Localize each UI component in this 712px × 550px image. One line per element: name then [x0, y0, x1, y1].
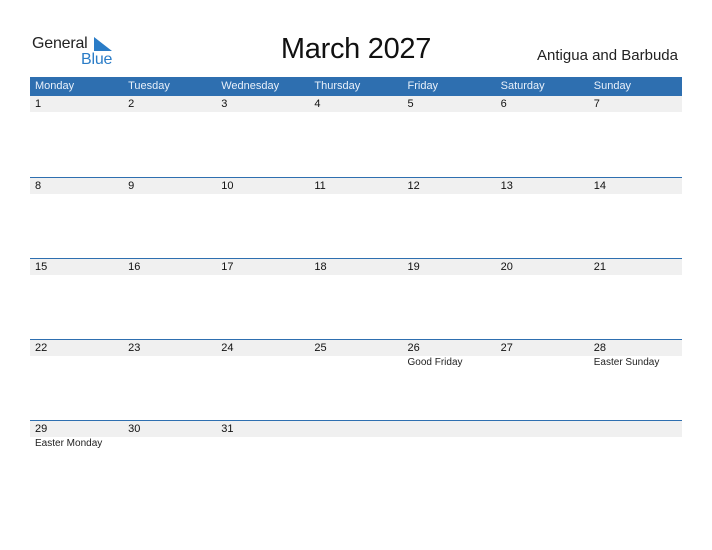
day-cell: 4 — [309, 96, 402, 112]
day-number: 1 — [35, 98, 42, 110]
day-cell: 8 — [30, 178, 123, 194]
day-number: 18 — [314, 261, 327, 273]
day-cell: 22 — [30, 340, 123, 369]
day-number: 8 — [35, 180, 42, 192]
day-number — [501, 421, 589, 437]
day-cell: 14 — [589, 178, 682, 194]
day-cell: 18 — [309, 259, 402, 275]
week-cells: 15 16 17 18 19 20 21 — [30, 259, 682, 275]
day-number — [594, 421, 682, 437]
day-cell: 13 — [496, 178, 589, 194]
day-number: 23 — [128, 342, 141, 354]
weekday-saturday: Saturday — [500, 80, 545, 92]
empty-day-cell — [589, 421, 682, 450]
weekday-header: Monday Tuesday Wednesday Thursday Friday… — [30, 77, 682, 96]
holiday-label: Easter Sunday — [593, 357, 660, 368]
day-number: 26 — [407, 342, 420, 354]
empty-day-cell — [496, 421, 589, 450]
day-number: 12 — [407, 180, 420, 192]
empty-day-cell — [403, 421, 496, 450]
day-cell: 16 — [123, 259, 216, 275]
week-cells: 22 23 24 25 26 Good Friday 27 28 Easter Sunday — [30, 340, 682, 369]
day-number: 17 — [221, 261, 234, 273]
day-cell: 20 — [496, 259, 589, 275]
day-cell: 30 — [123, 421, 216, 450]
week-cells: 8 9 10 11 12 13 14 — [30, 178, 682, 194]
day-cell: 19 — [403, 259, 496, 275]
day-cell: 2 — [123, 96, 216, 112]
weekday-sunday: Sunday — [593, 80, 632, 92]
day-cell: 3 — [216, 96, 309, 112]
day-cell: 1 — [30, 96, 123, 112]
day-number: 31 — [221, 423, 234, 435]
week-row: 15 16 17 18 19 20 21 — [30, 258, 682, 339]
day-cell: 24 — [216, 340, 309, 369]
day-number: 20 — [500, 261, 513, 273]
calendar-grid: Monday Tuesday Wednesday Thursday Friday… — [30, 77, 682, 501]
weeks-container: 1 2 3 4 5 6 7 8 9 10 11 12 13 14 15 16 17 18 19 20 21 22 23 24 2… — [30, 96, 682, 501]
day-cell: 15 — [30, 259, 123, 275]
week-row: 29 Easter Monday 30 31 — [30, 420, 682, 501]
day-number: 3 — [221, 98, 228, 110]
holiday-label: Easter Monday — [35, 438, 103, 449]
day-cell: 5 — [403, 96, 496, 112]
day-number — [408, 421, 496, 437]
week-cells: 1 2 3 4 5 6 7 — [30, 96, 682, 112]
holiday-label: Good Friday — [407, 357, 463, 368]
day-number: 5 — [407, 98, 414, 110]
day-cell: 26 Good Friday — [403, 340, 496, 369]
day-number: 25 — [314, 342, 327, 354]
day-number: 9 — [128, 180, 135, 192]
week-cells: 29 Easter Monday 30 31 — [30, 421, 682, 450]
week-row: 22 23 24 25 26 Good Friday 27 28 Easter Sunday — [30, 339, 682, 420]
weekday-wednesday: Wednesday — [221, 80, 280, 92]
empty-day-cell — [309, 421, 402, 450]
weekday-monday: Monday — [35, 80, 75, 92]
day-cell: 10 — [216, 178, 309, 194]
day-number: 14 — [593, 180, 606, 192]
day-number: 7 — [593, 98, 600, 110]
day-number: 24 — [221, 342, 234, 354]
day-number: 10 — [221, 180, 234, 192]
day-cell: 7 — [589, 96, 682, 112]
day-number: 21 — [593, 261, 606, 273]
day-cell: 9 — [123, 178, 216, 194]
day-cell: 31 — [216, 421, 309, 450]
day-number: 15 — [35, 261, 48, 273]
day-cell: 28 Easter Sunday — [589, 340, 682, 369]
day-number: 2 — [128, 98, 135, 110]
day-cell: 25 — [309, 340, 402, 369]
day-cell: 6 — [496, 96, 589, 112]
week-row: 1 2 3 4 5 6 7 — [30, 96, 682, 177]
day-number: 30 — [128, 423, 141, 435]
day-number: 29 — [35, 423, 48, 435]
weekday-tuesday: Tuesday — [128, 80, 170, 92]
day-cell: 23 — [123, 340, 216, 369]
day-number: 13 — [500, 180, 513, 192]
day-number: 19 — [407, 261, 420, 273]
weekday-thursday: Thursday — [314, 80, 361, 92]
day-cell: 17 — [216, 259, 309, 275]
day-number: 4 — [314, 98, 321, 110]
day-number: 16 — [128, 261, 141, 273]
day-cell: 11 — [309, 178, 402, 194]
day-cell: 29 Easter Monday — [30, 421, 123, 450]
day-number: 6 — [500, 98, 507, 110]
day-number: 28 — [593, 342, 606, 354]
day-number — [314, 421, 402, 437]
week-row: 8 9 10 11 12 13 14 — [30, 177, 682, 258]
country-name: Antigua and Barbuda — [537, 47, 678, 64]
day-number: 22 — [35, 342, 48, 354]
day-cell: 12 — [403, 178, 496, 194]
day-cell: 27 — [496, 340, 589, 369]
day-number: 27 — [500, 342, 513, 354]
day-number: 11 — [314, 180, 326, 192]
day-cell: 21 — [589, 259, 682, 275]
weekday-friday: Friday — [407, 80, 439, 92]
